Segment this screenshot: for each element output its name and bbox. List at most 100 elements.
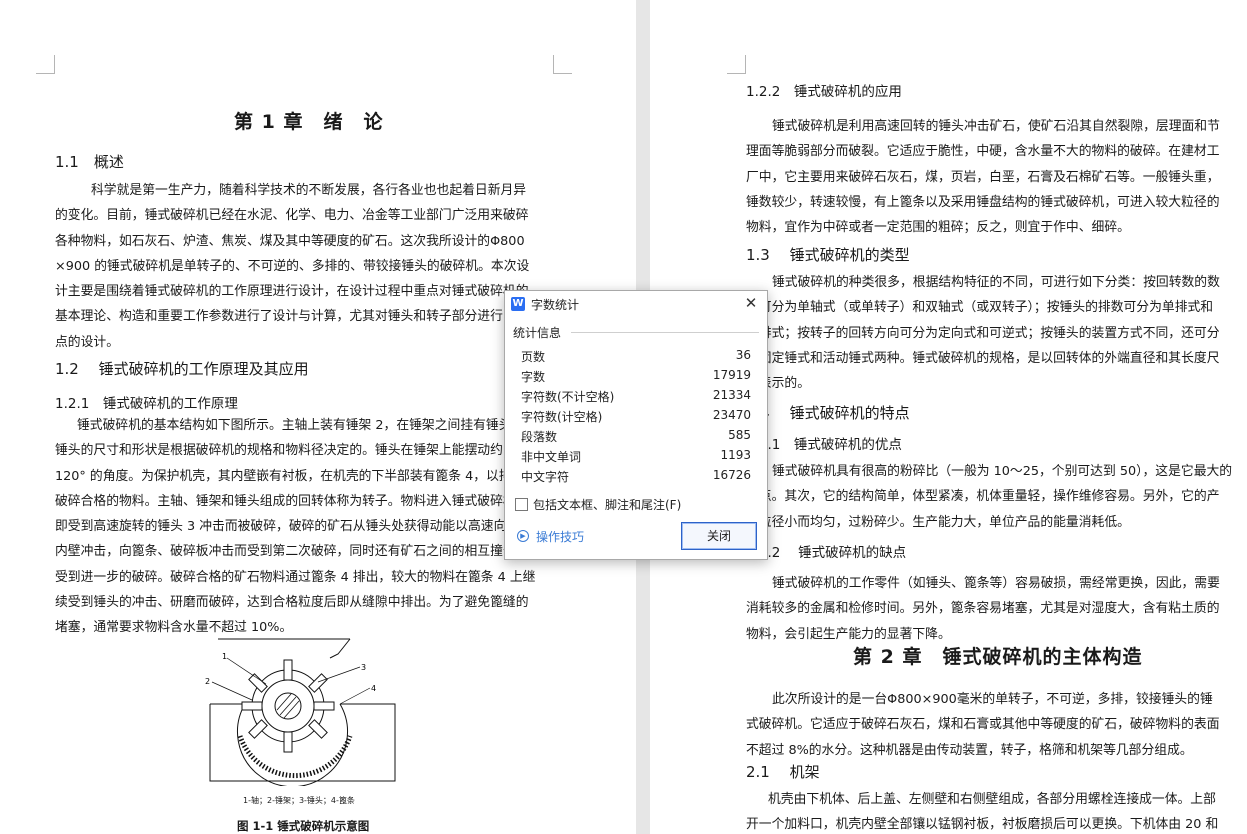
section-heading: 1.2 锤式破碎机的工作原理及其应用 xyxy=(55,360,309,378)
wps-writer-icon: W xyxy=(511,297,525,311)
dialog-title: 字数统计 xyxy=(531,298,580,312)
stat-value: 585 xyxy=(728,428,751,442)
paragraph-line: 即受到高速旋转的锤头 3 冲击而被破碎，破碎的矿石从锤头处获得动能以高速向机壳 xyxy=(55,519,532,535)
stat-row: 非中文单词 1193 xyxy=(521,446,751,466)
close-icon[interactable]: ✕ xyxy=(743,294,759,312)
paragraph-line: 开一个加料口，机壳内壁全部镶以锰钢衬板，衬板磨损后可以更换。下机体由 20 和 xyxy=(746,817,1219,833)
stat-label: 页数 xyxy=(521,350,546,364)
stat-value: 1193 xyxy=(720,448,751,462)
stat-row: 页数 36 xyxy=(521,346,751,366)
callout-label: 4 xyxy=(371,684,376,693)
include-textbox-footnote-checkbox[interactable] xyxy=(515,498,528,511)
close-button[interactable]: 关闭 xyxy=(681,522,757,550)
paragraph-line: 锤数较少，转速较慢，有上篦条以及采用锤盘结构的锤式破碎机，可进入较大粒径的 xyxy=(746,194,1220,210)
callout-label: 3 xyxy=(361,663,366,672)
stat-value: 23470 xyxy=(712,408,751,422)
callout-label: 2 xyxy=(205,677,210,686)
stat-value: 21334 xyxy=(712,388,751,402)
paragraph: 此次所设计的是一台Φ800×900毫米的单转子，不可逆，多排，铰接锤头的锤 式破… xyxy=(746,687,1219,763)
crusher-diagram: 1 2 3 4 xyxy=(205,638,396,786)
paragraph-line: 寸表示的。 xyxy=(746,376,810,392)
callout-leader xyxy=(339,687,371,705)
stat-row: 字数 17919 xyxy=(521,366,751,386)
stat-value: 17919 xyxy=(712,368,751,382)
subsection-heading: 1.4.2 锤式破碎机的缺点 xyxy=(746,545,907,561)
stat-label: 段落数 xyxy=(521,430,558,444)
paragraph-line: 不超过 8%的水分。这种机器是由传动装置，转子，格筛和机架等几部分组成。 xyxy=(746,742,1193,758)
paragraph-line: 为固定锤式和活动锤式两种。锤式破碎机的规格，是以回转体的外端直径和其长度尺 xyxy=(746,350,1220,366)
paragraph-line: 厂中，它主要用来破碎石灰石，煤，页岩，白垩，石膏及石棉矿石等。一般锤头重， xyxy=(746,169,1220,185)
crop-mark xyxy=(553,55,572,74)
paragraph-line: 受到进一步的破碎。破碎合格的矿石物料通过篦条 4 排出，较大的物料在篦条 4 上… xyxy=(55,569,536,585)
paragraph-line: 锤头的尺寸和形状是根据破碎机的规格和物料径决定的。锤头在锤架上能摆动约 xyxy=(55,443,503,459)
paragraph-line: 科学就是第一生产力，随着科学技术的不断发展，各行各业也也起着日新月异 xyxy=(91,183,527,198)
paragraph-line: 消耗较多的金属和检修时间。另外，篦条容易堵塞，尤其是对湿度大，含有粘土质的 xyxy=(746,601,1220,617)
paragraph-line: 锤式破碎机具有很高的粉碎比（一般为 10～25，个别可达到 50），这是它最大的 xyxy=(772,464,1233,479)
paragraph-line: 各种物料，如石灰石、炉渣、焦炭、煤及其中等硬度的矿石。这次我所设计的Φ800 xyxy=(55,233,525,249)
section-heading: 1.3 锤式破碎机的类型 xyxy=(746,246,910,264)
word-count-dialog: W 字数统计 ✕ 统计信息 页数 36 字数 17919 字符数(不计空格) 2… xyxy=(504,290,768,560)
paragraph-line: 破碎合格的物料。主轴、锤架和锤头组成的回转体称为转子。物料进入锤式破碎机中， xyxy=(55,493,542,509)
stat-value: 16726 xyxy=(712,468,751,482)
paragraph: 锤式破碎机具有很高的粉碎比（一般为 10～25，个别可达到 50），这是它最大的… xyxy=(746,459,1232,535)
stat-row: 字符数(计空格) 23470 xyxy=(521,406,751,426)
stat-label: 字数 xyxy=(521,370,546,384)
paragraph-line: 物料，宜作为中碎或者一定范围的粗碎；反之，则宜于作中、细碎。 xyxy=(746,220,1130,236)
paragraph-line: 式破碎机。它适应于破碎石灰石，煤和石膏或其他中等硬度的矿石，破碎物料的表面 xyxy=(746,717,1220,733)
stat-row: 段落数 585 xyxy=(521,426,751,446)
subsection-heading: 1.2.2 锤式破碎机的应用 xyxy=(746,84,902,100)
section-heading: 1.1 概述 xyxy=(55,153,124,171)
stat-value: 36 xyxy=(735,348,751,362)
paragraph-line: 锤式破碎机是利用高速回转的锤头冲击矿石，使矿石沿其自然裂隙，层理面和节 xyxy=(772,119,1220,134)
callout-leader xyxy=(317,666,361,683)
paragraph-line: 优点。其次，它的结构简单，体型紧凑，机体重量轻，操作维修容易。另外，它的产 xyxy=(746,489,1220,505)
paragraph-line: 锤式破碎机的基本结构如下图所示。主轴上装有锤架 2，在锤架之间挂有锤头 1， xyxy=(77,418,537,433)
callout-label: 1 xyxy=(222,652,227,661)
crop-mark xyxy=(36,55,55,74)
subsection-heading: 1.4.1 锤式破碎机的优点 xyxy=(746,437,902,453)
dialog-titlebar[interactable]: W 字数统计 ✕ xyxy=(505,291,767,317)
tips-link[interactable]: 操作技巧 xyxy=(536,528,584,545)
section-heading: 1.4 锤式破碎机的特点 xyxy=(746,404,910,422)
paragraph-line: 目可分为单轴式（或单转子）和双轴式（或双转子）；按锤头的排数可分为单排式和 xyxy=(746,300,1214,316)
paragraph-line: 物料，会引起生产能力的显著下降。 xyxy=(746,626,951,642)
stat-label: 中文字符 xyxy=(521,470,570,484)
paragraph-line: 的变化。目前，锤式破碎机已经在水泥、化学、电力、冶金等工业部门广泛用来破碎 xyxy=(55,208,529,224)
paragraph: 锤式破碎机是利用高速回转的锤头冲击矿石，使矿石沿其自然裂隙，层理面和节 理面等脆… xyxy=(746,114,1220,240)
paragraph-line: 锤式破碎机的种类很多，根据结构特征的不同，可进行如下分类：按回转数的数 xyxy=(772,275,1220,290)
chapter-title: 第 2 章 锤式破碎机的主体构造 xyxy=(853,646,1143,668)
figure-legend: 1-轴；2-锤架；3-锤头；4-篦条 xyxy=(243,796,355,805)
stat-row: 字符数(不计空格) 21334 xyxy=(521,386,751,406)
paragraph-line: 机壳由下机体、后上盖、左侧壁和右侧壁组成，各部分用螺栓连接成一体。上部 xyxy=(768,792,1216,807)
paragraph: 锤式破碎机的工作零件（如锤头、篦条等）容易破损，需经常更换，因此，需要 消耗较多… xyxy=(746,571,1220,647)
paragraph-line: 基本理论、构造和重要工作参数进行了设计与计算，尤其对锤头和转子部分进行了重 xyxy=(55,309,529,325)
paragraph: 锤式破碎机的基本结构如下图所示。主轴上装有锤架 2，在锤架之间挂有锤头 1， 锤… xyxy=(55,413,541,641)
play-circle-icon[interactable]: ▶ xyxy=(517,530,529,542)
paragraph-line: ×900 的锤式破碎机是单转子的、不可逆的、多排的、带铰接锤头的破碎机。本次设 xyxy=(55,258,530,274)
crop-mark xyxy=(727,55,746,74)
paragraph-line: 内壁冲击，向篦条、破碎板冲击而受到第二次破碎，同时还有矿石之间的相互撞击， xyxy=(55,544,529,560)
stats-section-label: 统计信息 xyxy=(513,326,562,340)
paragraph-line: 续受到锤头的冲击、研磨而破碎，达到合格粒度后即从缝隙中排出。为了避免篦缝的 xyxy=(55,595,529,611)
chapter-title: 第 1 章 绪 论 xyxy=(234,111,384,133)
paragraph-line: 理面等脆弱部分而破裂。它适应于脆性，中硬，含水量不大的物料的破碎。在建材工 xyxy=(746,144,1220,160)
stat-label: 非中文单词 xyxy=(521,450,582,464)
stat-row: 中文字符 16726 xyxy=(521,466,751,486)
paragraph-line: 120° 的角度。为保护机壳，其内壁嵌有衬板，在机壳的下半部装有篦条 4，以排出 xyxy=(55,468,525,484)
paragraph-line: 锤式破碎机的工作零件（如锤头、篦条等）容易破损，需经常更换，因此，需要 xyxy=(772,576,1220,591)
paragraph: 科学就是第一生产力，随着科学技术的不断发展，各行各业也也起着日新月异 的变化。目… xyxy=(55,178,529,355)
section-heading: 2.1 机架 xyxy=(746,763,820,781)
paragraph-line: 多排式；按转子的回转方向可分为定向式和可逆式；按锤头的装置方式不同，还可分 xyxy=(746,325,1220,341)
paragraph-line: 计主要是围绕着锤式破碎机的工作原理进行设计，在设计过程中重点对锤式破碎机的 xyxy=(55,284,529,300)
figure-caption: 图 1-1 锤式破碎机示意图 xyxy=(237,819,370,833)
stat-label: 字符数(不计空格) xyxy=(521,390,615,404)
callout-leader xyxy=(211,681,253,701)
paragraph-line: 点的设计。 xyxy=(55,334,119,350)
paragraph: 锤式破碎机的种类很多，根据结构特征的不同，可进行如下分类：按回转数的数 目可分为… xyxy=(746,270,1220,396)
paragraph: 机壳由下机体、后上盖、左侧壁和右侧壁组成，各部分用螺栓连接成一体。上部 开一个加… xyxy=(746,787,1218,834)
paragraph-line: 品粒径小而均匀，过粉碎少。生产能力大，单位产品的能量消耗低。 xyxy=(746,514,1130,530)
checkbox-label[interactable]: 包括文本框、脚注和尾注(F) xyxy=(533,496,681,513)
section-divider xyxy=(571,332,759,333)
paragraph-line: 此次所设计的是一台Φ800×900毫米的单转子，不可逆，多排，铰接锤头的锤 xyxy=(772,692,1213,707)
subsection-heading: 1.2.1 锤式破碎机的工作原理 xyxy=(55,396,238,412)
